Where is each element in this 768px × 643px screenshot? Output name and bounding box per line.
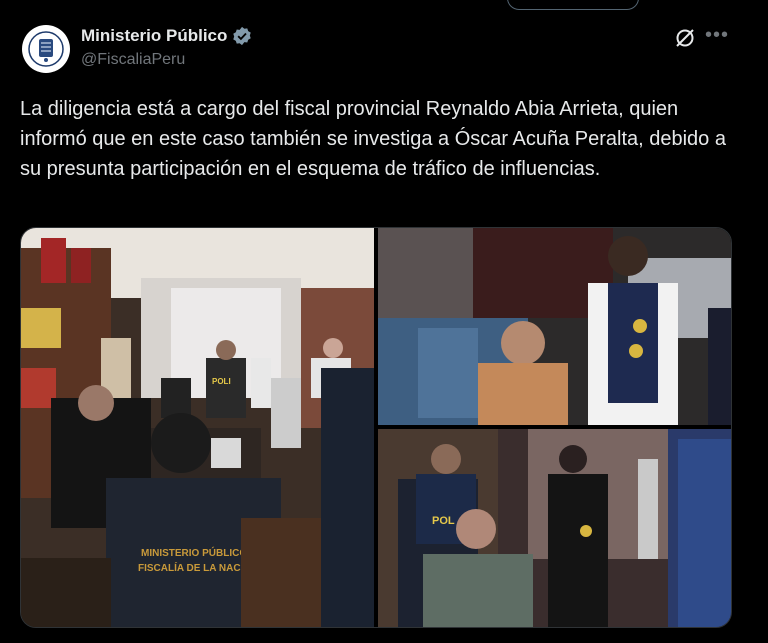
author-name-row[interactable]: Ministerio Público bbox=[81, 26, 252, 46]
vest-text-line2: FISCALÍA DE LA NACIÓN bbox=[138, 561, 258, 574]
tweet-text: La diligencia está a cargo del fiscal pr… bbox=[20, 98, 726, 180]
vest-text-line1: MINISTERIO PÚBLICO bbox=[141, 546, 247, 559]
follow-button-pill[interactable] bbox=[507, 0, 639, 10]
ministerio-publico-logo-icon bbox=[28, 31, 64, 67]
more-icon[interactable]: ••• bbox=[705, 24, 729, 47]
avatar[interactable] bbox=[22, 25, 70, 73]
media-grid[interactable]: MINISTERIO PÚBLICO FISCALÍA DE LA NACIÓN… bbox=[20, 227, 732, 628]
vest-badge-text-2: POL bbox=[432, 515, 455, 527]
grok-icon[interactable] bbox=[673, 26, 697, 50]
vest-badge-text: POLI bbox=[212, 377, 231, 386]
media-photo-1[interactable]: MINISTERIO PÚBLICO FISCALÍA DE LA NACIÓN… bbox=[21, 228, 374, 627]
media-photo-3[interactable]: POL bbox=[378, 429, 731, 627]
author-handle[interactable]: @FiscaliaPeru bbox=[81, 51, 185, 69]
media-photo-2[interactable] bbox=[378, 228, 731, 425]
author-name[interactable]: Ministerio Público bbox=[81, 26, 227, 46]
verified-badge-icon bbox=[233, 26, 252, 46]
